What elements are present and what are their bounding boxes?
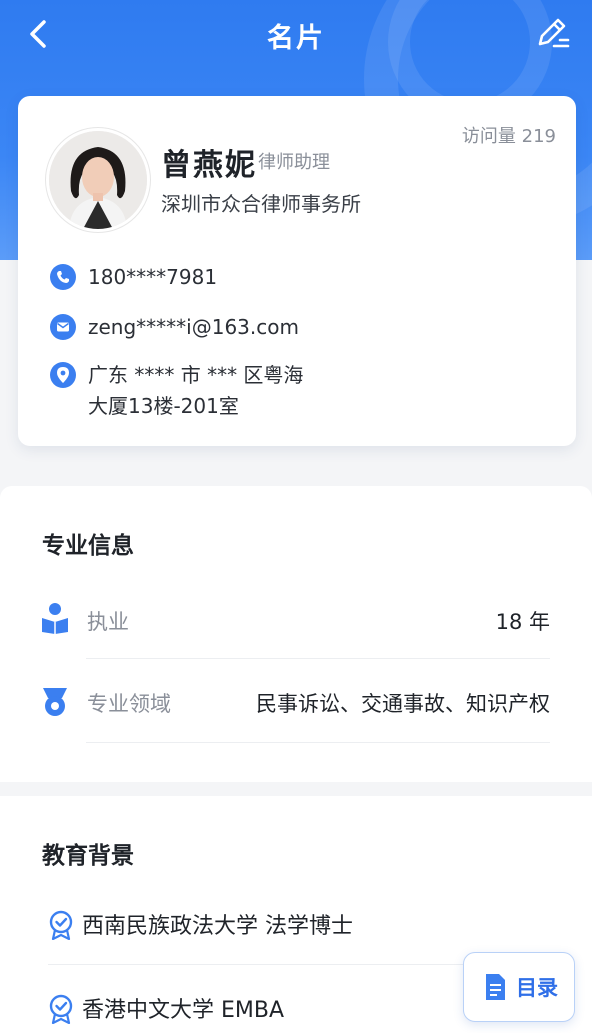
- professional-info-section: 专业信息 执业 18 年 专业领域 民事诉讼、交通事故、知识产权: [0, 486, 592, 782]
- practice-years: 18 年: [495, 610, 550, 634]
- field-value: 民事诉讼、交通事故、知识产权: [256, 692, 550, 716]
- practice-book-icon: [42, 603, 68, 634]
- location-pin-icon: [50, 362, 76, 388]
- section-title: 教育背景: [42, 843, 134, 869]
- person-name: 曾燕妮: [161, 148, 257, 183]
- avatar[interactable]: [46, 128, 150, 232]
- phone-icon: [50, 264, 76, 290]
- page-title: 名片: [267, 23, 325, 54]
- phone-number: 180****7981: [88, 265, 218, 289]
- education-text: 香港中文大学 EMBA: [82, 998, 285, 1023]
- edit-button[interactable]: [532, 14, 572, 54]
- person-role: 律师助理: [258, 152, 330, 173]
- medal-icon: [43, 688, 67, 716]
- badge-check-icon: [49, 994, 73, 1024]
- divider: [86, 658, 550, 659]
- navigation-bar: 名片: [0, 0, 592, 70]
- avatar-photo-icon: [49, 131, 147, 229]
- business-card: 访问量 219 曾燕妮 律师助理 深圳市众合律师事务所 180****7981 …: [18, 96, 576, 446]
- toc-label: 目录: [516, 976, 558, 1000]
- divider: [86, 742, 550, 743]
- address-line-1: 广东 **** 市 *** 区粤海: [88, 363, 304, 387]
- toc-button[interactable]: 目录: [463, 952, 575, 1022]
- practice-label: 执业: [87, 610, 129, 634]
- law-firm: 深圳市众合律师事务所: [161, 192, 361, 216]
- address-line-2: 大厦13楼-201室: [88, 394, 239, 418]
- email-address: zeng*****i@163.com: [88, 315, 299, 339]
- field-label: 专业领域: [87, 692, 171, 716]
- education-text: 西南民族政法大学 法学博士: [82, 914, 353, 939]
- email-icon: [50, 314, 76, 340]
- visit-count: 访问量 219: [461, 126, 556, 147]
- section-title: 专业信息: [42, 533, 134, 559]
- edit-pen-icon: [538, 18, 570, 48]
- badge-check-icon: [49, 910, 73, 940]
- document-icon: [486, 974, 505, 1000]
